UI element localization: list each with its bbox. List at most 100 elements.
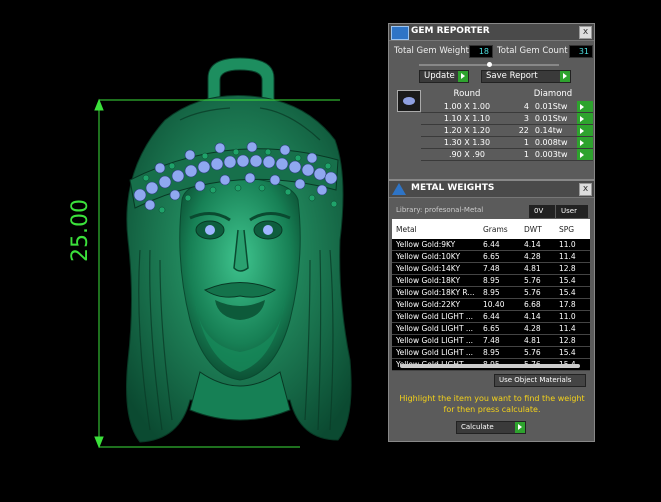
play-icon — [560, 71, 570, 82]
metal-spg: 15.4 — [555, 274, 590, 287]
gem-count: 4 — [513, 101, 532, 113]
gem-row[interactable]: 1.00 X 1.00 4 0.01Stw — [421, 101, 593, 113]
metal-grams: 10.40 — [479, 298, 520, 311]
metal-dwt: 4.14 — [520, 239, 555, 251]
metal-row[interactable]: Yellow Gold:18KY 8.95 5.76 15.4 — [392, 274, 590, 287]
col-spg: SPG — [555, 219, 590, 239]
gem-count: 1 — [513, 148, 532, 161]
metal-grams: 8.95 — [479, 346, 520, 359]
metal-dwt: 4.81 — [520, 334, 555, 347]
play-icon[interactable] — [577, 136, 593, 149]
dropdown-1-label: 0V — [534, 207, 544, 215]
play-icon[interactable] — [577, 148, 593, 161]
total-gem-count-label: Total Gem Count — [497, 46, 568, 56]
metal-name: Yellow Gold:18KY — [392, 274, 479, 287]
gem-col-round: Round — [453, 89, 481, 99]
col-metal: Metal — [392, 219, 479, 239]
close-icon[interactable]: x — [579, 183, 592, 196]
gem-count: 22 — [513, 124, 532, 137]
metal-dwt: 5.76 — [520, 286, 555, 299]
metal-weights-panel: METAL WEIGHTS x Library: profesonal-Meta… — [388, 180, 595, 442]
gem-count: 1 — [513, 136, 532, 149]
metal-spg: 12.8 — [555, 262, 590, 275]
gem-preview-icon — [397, 90, 421, 112]
calculate-button[interactable]: Calculate — [456, 421, 526, 434]
metal-grams: 6.44 — [479, 239, 520, 251]
metal-name: Yellow Gold LIGHT ... — [392, 322, 479, 335]
gem-size: 1.20 X 1.20 — [421, 124, 513, 137]
calculate-button-label: Calculate — [461, 423, 494, 431]
metal-dwt: 4.81 — [520, 262, 555, 275]
library-label: Library: profesonal-Metal — [396, 206, 484, 214]
gem-row[interactable]: 1.20 X 1.20 22 0.14tw — [421, 124, 593, 137]
metal-weights-titlebar[interactable]: METAL WEIGHTS x — [389, 181, 594, 198]
metal-name: Yellow Gold:18KY R... — [392, 286, 479, 299]
metal-name: Yellow Gold:14KY — [392, 262, 479, 275]
metal-dwt: 5.76 — [520, 274, 555, 287]
metal-row[interactable]: Yellow Gold LIGHT ...8.955.7615.4 — [392, 346, 590, 359]
gem-slider-knob[interactable] — [487, 62, 492, 67]
metal-grams: 8.95 — [479, 274, 520, 287]
metal-row[interactable]: Yellow Gold LIGHT ... 6.44 4.14 11.0 — [392, 310, 590, 323]
dropdown-2-label: User — [561, 207, 577, 215]
gem-row[interactable]: 1.10 X 1.10 3 0.01Stw — [421, 112, 593, 125]
metal-row[interactable]: Yellow Gold:18KY R... 8.95 5.76 15.4 — [392, 286, 590, 299]
library-dropdown-1[interactable]: 0V — [529, 205, 555, 218]
metal-name: Yellow Gold LIGHT ... — [392, 310, 479, 323]
use-object-materials-dropdown[interactable]: Use Object Materials — [494, 374, 586, 387]
total-gem-count-value: 31 — [569, 45, 593, 58]
metal-table-container[interactable]: Metal Grams DWT SPG Yellow Gold:9KY 6.44 4… — [392, 219, 590, 371]
gem-weight: 0.01Stw — [531, 112, 577, 125]
metal-grams: 8.95 — [479, 286, 520, 299]
update-button[interactable]: Update — [419, 70, 469, 83]
app-logo-icon — [391, 26, 409, 40]
play-icon — [458, 71, 468, 82]
gem-table: Round Diamond 1.00 X 1.00 4 0.01Stw 1.10… — [421, 87, 593, 161]
calculate-hint: Highlight the item you want to find the … — [393, 393, 591, 415]
eye-gem-left — [205, 225, 215, 235]
metal-name: Yellow Gold:10KY — [392, 250, 479, 263]
metal-grams: 7.48 — [479, 334, 520, 347]
gem-size: .90 X .90 — [421, 148, 513, 161]
3d-viewport[interactable]: 25.00 — [0, 0, 385, 500]
gem-size: 1.30 X 1.30 — [421, 136, 513, 149]
metal-row[interactable]: Yellow Gold:14KY 7.48 4.81 12.8 — [392, 262, 590, 275]
save-report-button[interactable]: Save Report — [481, 70, 571, 83]
gem-reporter-title: GEM REPORTER — [411, 26, 490, 36]
metal-dwt: 4.28 — [520, 322, 555, 335]
metal-spg: 15.4 — [555, 286, 590, 299]
hint-line-1: Highlight the item you want to find the … — [399, 394, 585, 403]
metal-spg: 11.0 — [555, 310, 590, 323]
play-icon[interactable] — [577, 112, 593, 125]
close-icon[interactable]: x — [579, 26, 592, 39]
play-icon[interactable] — [577, 124, 593, 137]
eye-gem-right — [263, 225, 273, 235]
metal-dwt: 5.76 — [520, 346, 555, 359]
metal-dwt: 6.68 — [520, 298, 555, 311]
horizontal-scrollbar[interactable] — [400, 364, 580, 368]
total-gem-weight-label: Total Gem Weight — [394, 46, 469, 56]
gem-row[interactable]: .90 X .90 1 0.003tw — [421, 148, 593, 161]
hint-line-2: for then press calculate. — [443, 405, 541, 414]
metal-row[interactable]: Yellow Gold:9KY 6.44 4.14 11.0 — [392, 239, 590, 251]
metal-spg: 17.8 — [555, 298, 590, 311]
metal-row[interactable]: Yellow Gold:10KY 6.65 4.28 11.4 — [392, 250, 590, 263]
metal-table: Metal Grams DWT SPG Yellow Gold:9KY 6.44 4… — [392, 219, 590, 371]
pendant-model — [94, 57, 352, 449]
play-icon[interactable] — [577, 101, 593, 113]
metal-row[interactable]: Yellow Gold:22KY 10.40 6.68 17.8 — [392, 298, 590, 311]
metal-name: Yellow Gold LIGHT ... — [392, 334, 479, 347]
gem-col-diamond: Diamond — [533, 89, 573, 99]
gem-weight: 0.01Stw — [531, 101, 577, 113]
metal-spg: 12.8 — [555, 334, 590, 347]
metal-row[interactable]: Yellow Gold LIGHT ... 7.48 4.81 12.8 — [392, 334, 590, 347]
metal-spg: 11.4 — [555, 322, 590, 335]
gem-reporter-titlebar[interactable]: GEM REPORTER x — [389, 24, 594, 41]
metal-row[interactable]: Yellow Gold LIGHT ... 6.65 4.28 11.4 — [392, 322, 590, 335]
metal-spg: 11.4 — [555, 250, 590, 263]
gem-reporter-panel: GEM REPORTER x Total Gem Weight 18 Total… — [388, 23, 595, 180]
library-dropdown-2[interactable]: User — [556, 205, 588, 218]
metal-grams: 6.44 — [479, 310, 520, 323]
metal-dwt: 4.28 — [520, 250, 555, 263]
gem-row[interactable]: 1.30 X 1.30 1 0.008tw — [421, 136, 593, 149]
